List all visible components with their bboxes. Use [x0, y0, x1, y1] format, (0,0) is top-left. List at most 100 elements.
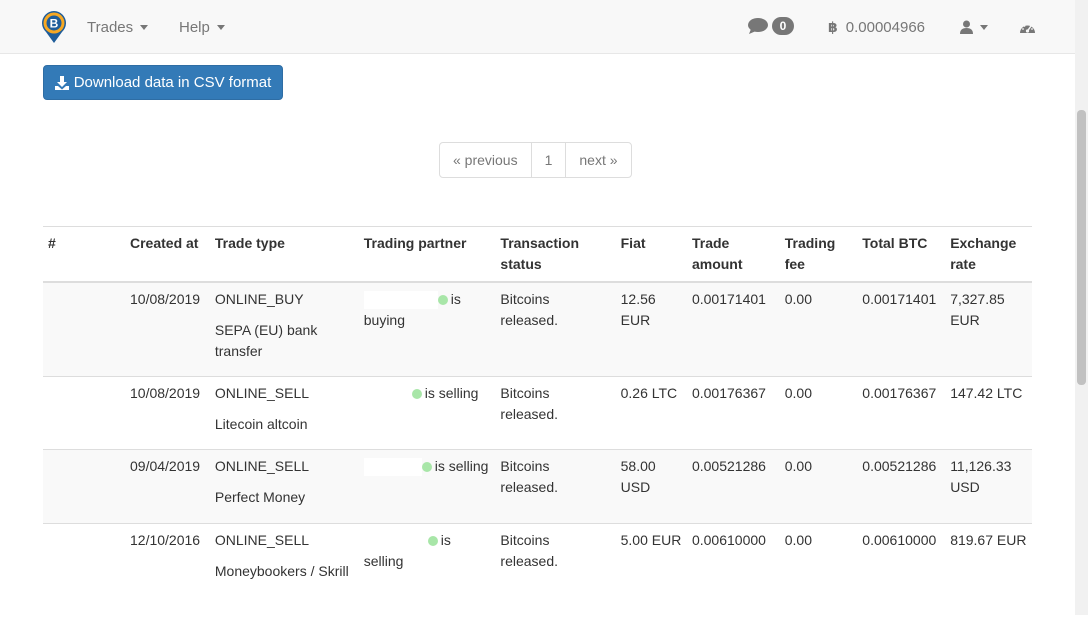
- column-header-trade-type[interactable]: Trade type: [209, 226, 359, 283]
- trade-type-cell: ONLINE_BUY SEPA (EU) bank transfer: [209, 281, 359, 376]
- chevron-down-icon: [140, 24, 149, 30]
- trade-type[interactable]: ONLINE_SELL: [215, 458, 309, 474]
- transaction-status-cell: Bitcoins released.: [495, 448, 616, 523]
- svg-text:B: B: [50, 17, 59, 31]
- messages-count-badge: 0: [772, 17, 794, 35]
- nav-menu-help[interactable]: Help: [179, 17, 225, 37]
- total-btc-cell: 0.00521286: [857, 448, 946, 523]
- user-menu-button[interactable]: [960, 17, 988, 37]
- partner-action: is selling: [434, 457, 489, 474]
- exchange-rate-cell: 7,327.85 EUR: [945, 281, 1032, 376]
- column-header-fiat[interactable]: Fiat: [615, 226, 687, 283]
- trade-type[interactable]: ONLINE_SELL: [215, 385, 309, 401]
- btc-balance-link[interactable]: ฿ 0.00004966: [828, 17, 925, 37]
- bitcoin-logo-icon[interactable]: B: [40, 10, 68, 44]
- partner-action: is selling: [424, 384, 479, 401]
- column-header-total-btc[interactable]: Total BTC: [857, 226, 946, 283]
- scrollbar-thumb[interactable]: [1077, 110, 1086, 385]
- dashboard-gauge-icon: [1020, 23, 1035, 33]
- table-row: 10/08/2019 ONLINE_BUY SEPA (EU) bank tra…: [43, 281, 1032, 376]
- top-navbar: B Trades Help 0 ฿ 0.00004966: [0, 0, 1075, 54]
- dashboard-button[interactable]: [1019, 18, 1036, 38]
- trade-id-link[interactable]: [48, 529, 114, 550]
- trades-table: # Created at Trade type Trading partner …: [43, 226, 1032, 617]
- trade-id-link[interactable]: [48, 382, 120, 403]
- trade-type[interactable]: ONLINE_SELL: [215, 532, 309, 548]
- pagination-page-1[interactable]: 1: [532, 143, 567, 177]
- partner-username[interactable]: [363, 384, 412, 403]
- btc-balance-value: 0.00004966: [845, 18, 925, 36]
- download-csv-label: Download data in CSV format: [73, 74, 272, 91]
- trade-id-cell[interactable]: [43, 522, 125, 617]
- trading-partner-cell: is selling: [358, 375, 496, 449]
- nav-menu-trades[interactable]: Trades: [87, 17, 149, 37]
- nav-menu-help-label: Help: [179, 18, 210, 36]
- transaction-status-cell: Bitcoins released.: [495, 522, 616, 617]
- exchange-rate-cell: 147.42 LTC: [945, 375, 1032, 449]
- created-at-cell: 12/10/2016: [125, 522, 210, 617]
- payment-method: Moneybookers / Skrill: [214, 562, 349, 579]
- pagination-previous[interactable]: « previous: [440, 143, 532, 177]
- column-header-trading-fee[interactable]: Trading fee: [779, 226, 858, 283]
- transaction-status-cell: Bitcoins released.: [495, 375, 616, 449]
- trading-fee-cell: 0.00: [779, 522, 858, 617]
- trade-id-cell[interactable]: [43, 448, 125, 523]
- column-header-created-at[interactable]: Created at: [125, 226, 210, 283]
- pagination: « previous 1 next »: [439, 142, 632, 178]
- trading-fee-cell: 0.00: [779, 281, 858, 376]
- total-btc-cell: 0.00610000: [857, 522, 946, 617]
- fiat-cell: 12.56 EUR: [615, 281, 687, 376]
- trading-fee-cell: 0.00: [779, 448, 858, 523]
- payment-method: SEPA (EU) bank transfer: [214, 322, 318, 359]
- online-status-icon: [437, 295, 448, 306]
- trade-type-cell: ONLINE_SELL Litecoin altcoin: [209, 375, 359, 449]
- column-header-id[interactable]: #: [43, 226, 125, 283]
- download-csv-button[interactable]: Download data in CSV format: [43, 65, 283, 100]
- online-status-icon: [421, 461, 432, 472]
- trade-type[interactable]: ONLINE_BUY: [215, 291, 304, 307]
- fiat-cell: 0.26 LTC: [615, 375, 687, 449]
- exchange-rate-cell: 11,126.33 USD: [945, 448, 1032, 523]
- trade-amount-cell: 0.00521286: [686, 448, 780, 523]
- trading-fee-cell: 0.00: [779, 375, 858, 449]
- payment-method: Perfect Money: [214, 488, 306, 505]
- payment-method: Litecoin altcoin: [214, 415, 308, 432]
- trade-amount-cell: 0.00176367: [686, 375, 780, 449]
- exchange-rate-cell: 819.67 EUR: [945, 522, 1032, 617]
- trade-type-cell: ONLINE_SELL Moneybookers / Skrill: [209, 522, 359, 617]
- chevron-down-icon: [980, 24, 988, 30]
- fiat-cell: 58.00 USD: [615, 448, 687, 523]
- pagination-next[interactable]: next »: [566, 143, 630, 177]
- trading-partner-cell: is selling: [358, 522, 496, 617]
- nav-menu-trades-label: Trades: [87, 18, 134, 36]
- column-header-trade-amount[interactable]: Trade amount: [686, 226, 780, 283]
- online-status-icon: [411, 388, 422, 399]
- trade-amount-cell: 0.00610000: [686, 522, 780, 617]
- trade-id-cell[interactable]: [43, 375, 125, 449]
- page-scrollbar[interactable]: [1075, 0, 1088, 615]
- chat-bubble-icon: [748, 18, 768, 34]
- column-header-trading-partner[interactable]: Trading partner: [358, 226, 496, 283]
- created-at-cell: 10/08/2019: [125, 375, 210, 449]
- table-row: 09/04/2019 ONLINE_SELL Perfect Money is …: [43, 448, 1032, 523]
- partner-username[interactable]: [363, 457, 422, 476]
- bitcoin-sign-icon: ฿: [828, 18, 838, 35]
- messages-button[interactable]: 0: [747, 16, 794, 36]
- table-row: 10/08/2019 ONLINE_SELL Litecoin altcoin …: [43, 375, 1032, 449]
- partner-username[interactable]: [363, 531, 428, 550]
- trade-id-cell[interactable]: [43, 281, 125, 376]
- trading-partner-cell: is selling: [358, 448, 496, 523]
- column-header-transaction-status[interactable]: Transaction status: [495, 226, 616, 283]
- user-icon: [960, 20, 973, 34]
- download-icon: [54, 75, 69, 90]
- chevron-down-icon: [216, 24, 225, 30]
- trading-partner-cell: is buying: [358, 281, 496, 376]
- total-btc-cell: 0.00171401: [857, 281, 946, 376]
- table-header-row: # Created at Trade type Trading partner …: [43, 226, 1032, 283]
- column-header-exchange-rate[interactable]: Exchange rate: [945, 226, 1032, 283]
- created-at-cell: 09/04/2019: [125, 448, 210, 523]
- online-status-icon: [427, 535, 438, 546]
- transaction-status-cell: Bitcoins released.: [495, 281, 616, 376]
- partner-username[interactable]: [363, 291, 438, 310]
- created-at-cell: 10/08/2019: [125, 281, 210, 376]
